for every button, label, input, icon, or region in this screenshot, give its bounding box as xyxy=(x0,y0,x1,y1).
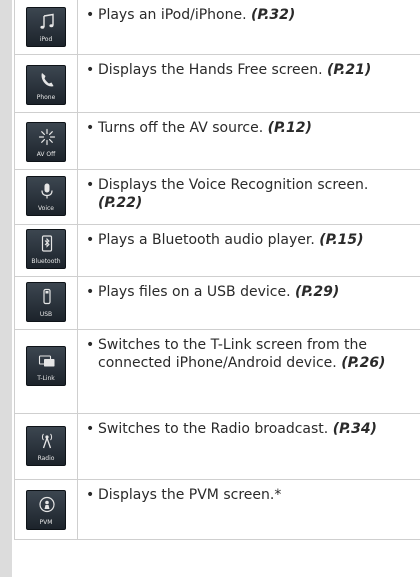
description-text: Displays the Hands Free screen. xyxy=(98,62,323,78)
t-link-icon xyxy=(38,355,55,367)
description-text: Switches to the Radio broadcast. xyxy=(98,421,329,437)
bullet: • xyxy=(86,421,95,437)
table-row: AV Off • Turns off the AV source. (P.12) xyxy=(14,112,420,170)
icon-cell: PVM xyxy=(14,479,78,540)
table-row: PVM • Displays the PVM screen.* xyxy=(14,479,420,540)
voice-source-button: Voice xyxy=(26,176,66,216)
page-reference: (P.26) xyxy=(341,355,386,371)
table-row: Voice • Displays the Voice Recognition sc… xyxy=(14,169,420,225)
ipod-source-button: iPod xyxy=(26,7,66,47)
description-text: Plays a Bluetooth audio player. xyxy=(98,232,315,248)
page-reference: (P.12) xyxy=(267,120,312,136)
bullet: • xyxy=(86,177,95,193)
bullet: • xyxy=(86,120,95,136)
table-row: USB • Plays files on a USB device. (P.29) xyxy=(14,276,420,330)
music-note-icon xyxy=(40,13,54,29)
usb-source-button: USB xyxy=(26,282,66,322)
description-cell: • Displays the PVM screen.* xyxy=(77,479,420,540)
page-reference: (P.34) xyxy=(332,421,377,437)
icon-caption: USB xyxy=(39,311,53,318)
page-reference: (P.22) xyxy=(98,195,143,211)
description-cell: • Plays an iPod/iPhone. (P.32) xyxy=(77,0,420,55)
description-cell: • Plays a Bluetooth audio player. (P.15) xyxy=(77,224,420,277)
page-reference: (P.29) xyxy=(295,284,340,300)
description-cell: • Plays files on a USB device. (P.29) xyxy=(77,276,420,330)
description-cell: • Switches to the T-Link screen from the … xyxy=(77,329,420,414)
icon-cell: AV Off xyxy=(14,112,78,170)
description-text: Plays files on a USB device. xyxy=(98,284,291,300)
av-off-source-button: AV Off xyxy=(26,122,66,162)
page-reference: (P.32) xyxy=(251,7,296,23)
bluetooth-source-button: Bluetooth xyxy=(26,229,66,269)
av-off-icon xyxy=(38,128,56,146)
description-text: Plays an iPod/iPhone. xyxy=(98,7,247,23)
usb-icon xyxy=(43,288,51,305)
description-text: Turns off the AV source. xyxy=(98,120,264,136)
icon-caption: Bluetooth xyxy=(31,258,61,265)
icon-caption: PVM xyxy=(39,519,53,526)
page-reference: (P.15) xyxy=(319,232,364,248)
bullet: • xyxy=(86,7,95,23)
icon-cell: Voice xyxy=(14,169,78,225)
description-text: Displays the PVM screen.* xyxy=(98,487,282,503)
description-cell: • Displays the Voice Recognition screen. … xyxy=(77,169,420,225)
description-cell: • Switches to the Radio broadcast. (P.34) xyxy=(77,413,420,480)
icon-caption: AV Off xyxy=(36,151,56,158)
pvm-source-button: PVM xyxy=(26,490,66,530)
t-link-source-button: T-Link xyxy=(26,346,66,386)
icon-caption: T-Link xyxy=(37,375,55,382)
table-row: T-Link • Switches to the T-Link screen fr… xyxy=(14,329,420,414)
description-cell: • Displays the Hands Free screen. (P.21) xyxy=(77,54,420,113)
table-row: Phone • Displays the Hands Free screen. (… xyxy=(14,54,420,113)
bullet: • xyxy=(86,232,95,248)
icon-cell: Bluetooth xyxy=(14,224,78,277)
phone-source-button: Phone xyxy=(26,65,66,105)
icon-cell: Phone xyxy=(14,54,78,113)
icon-cell: iPod xyxy=(14,0,78,55)
table-row: Radio • Switches to the Radio broadcast. … xyxy=(14,413,420,480)
icon-caption: Voice xyxy=(38,205,54,212)
bluetooth-player-icon xyxy=(41,235,53,252)
table-row: iPod • Plays an iPod/iPhone. (P.32) xyxy=(14,0,420,55)
microphone-icon xyxy=(41,183,53,199)
page-margin-bar xyxy=(0,0,12,577)
description-text: Switches to the T-Link screen from the c… xyxy=(98,337,368,371)
radio-source-button: Radio xyxy=(26,426,66,466)
manual-page: iPod • Plays an iPod/iPhone. (P.32) Phone… xyxy=(0,0,420,577)
bullet: • xyxy=(86,62,95,78)
phone-icon xyxy=(41,73,54,87)
table-row: Bluetooth • Plays a Bluetooth audio playe… xyxy=(14,224,420,277)
icon-cell: Radio xyxy=(14,413,78,480)
icon-caption: Phone xyxy=(36,94,56,101)
bullet: • xyxy=(86,337,95,353)
page-reference: (P.21) xyxy=(327,62,372,78)
source-icon-table: iPod • Plays an iPod/iPhone. (P.32) Phone… xyxy=(14,0,420,540)
pvm-icon xyxy=(39,496,55,513)
description-cell: • Turns off the AV source. (P.12) xyxy=(77,112,420,170)
radio-icon xyxy=(41,433,53,449)
bullet: • xyxy=(86,487,95,503)
icon-cell: T-Link xyxy=(14,329,78,414)
bullet: • xyxy=(86,284,95,300)
icon-caption: iPod xyxy=(39,36,53,43)
description-text: Displays the Voice Recognition screen. xyxy=(98,177,369,193)
icon-caption: Radio xyxy=(37,455,55,462)
icon-cell: USB xyxy=(14,276,78,330)
